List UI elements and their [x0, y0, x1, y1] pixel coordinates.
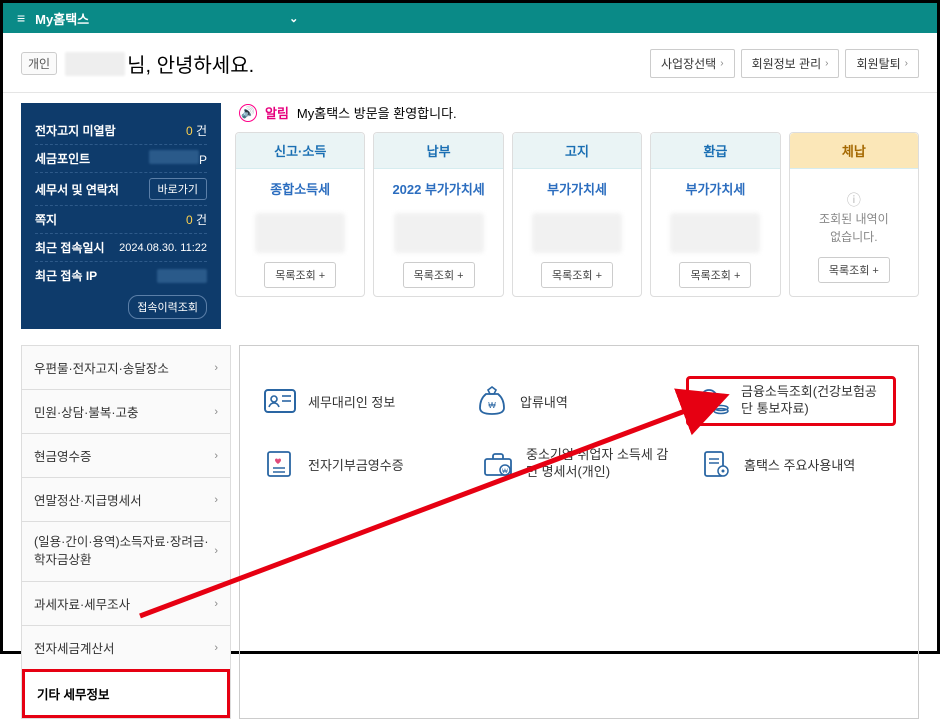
- grid-financial-income[interactable]: ₩ 금융소득조회(건강보험공단 통보자료): [686, 376, 896, 426]
- menu-item-income[interactable]: (일용·간이·용역)소득자료·장려금·학자금상환›: [22, 521, 230, 581]
- sidebar-row-message: 쪽지 0 건: [35, 205, 207, 233]
- chevron-right-icon: ›: [214, 362, 218, 374]
- grid-seizure[interactable]: ₩ 압류내역: [474, 376, 666, 426]
- menu-icon[interactable]: ≡: [17, 10, 25, 26]
- menu-item-mail[interactable]: 우편물·전자고지·송달장소›: [22, 345, 230, 389]
- grid-panel: 세무대리인 정보 ₩ 압류내역 ₩ 금융소득조회(건강보험공단 통보자료) 전자…: [239, 345, 919, 719]
- greeting: 개인 님, 안녕하세요.: [21, 49, 254, 78]
- tabcard-arrears[interactable]: 체납 ⓘ 조회된 내역이없습니다. 목록조회 +: [789, 132, 919, 297]
- receipt-heart-icon: [262, 446, 298, 482]
- sidebar-summary: 전자고지 미열람 0 건 세금포인트 P 세무서 및 연락처 바로가기 쪽지 0…: [21, 103, 221, 329]
- office-go-button[interactable]: 바로가기: [149, 178, 207, 200]
- chevron-down-icon[interactable]: ⌄: [289, 12, 298, 25]
- menu-item-other-tax[interactable]: 기타 세무정보: [22, 669, 230, 718]
- tabcard-report[interactable]: 신고·소득 종합소득세 목록조회 +: [235, 132, 365, 297]
- document-gear-icon: [698, 446, 734, 482]
- svg-text:₩: ₩: [488, 401, 496, 410]
- login-history-button[interactable]: 접속이력조회: [128, 295, 207, 319]
- sidebar-row-office: 세무서 및 연락처 바로가기: [35, 172, 207, 205]
- chevron-right-icon: ›: [720, 58, 723, 69]
- info-icon: ⓘ: [847, 190, 861, 210]
- select-business-button[interactable]: 사업장선택›: [650, 49, 735, 78]
- menu-item-complaint[interactable]: 민원·상담·불복·고충›: [22, 389, 230, 433]
- topbar: ≡ My홈택스 ⌄: [3, 3, 937, 33]
- tabcard-payment[interactable]: 납부 2022 부가가치세 목록조회 +: [373, 132, 503, 297]
- user-name: [65, 52, 125, 76]
- grid-donation-receipt[interactable]: 전자기부금영수증: [262, 446, 460, 482]
- svg-text:₩: ₩: [706, 396, 713, 403]
- sidebar-row-taxpoint: 세금포인트 P: [35, 144, 207, 172]
- alert-line: 🔊 알림 My홈택스 방문을 환영합니다.: [235, 103, 919, 122]
- list-view-button[interactable]: 목록조회 +: [264, 262, 336, 288]
- list-view-button[interactable]: 목록조회 +: [818, 257, 890, 283]
- list-view-button[interactable]: 목록조회 +: [403, 262, 475, 288]
- briefcase-icon: ₩: [480, 446, 516, 482]
- list-view-button[interactable]: 목록조회 +: [679, 262, 751, 288]
- tabcard-notice[interactable]: 고지 부가가치세 목록조회 +: [512, 132, 642, 297]
- id-card-icon: [262, 383, 298, 419]
- member-info-button[interactable]: 회원정보 관리›: [741, 49, 840, 78]
- tab-cards: 신고·소득 종합소득세 목록조회 + 납부 2022 부가가치세 목록조회 + …: [235, 132, 919, 297]
- menu-item-cash-receipt[interactable]: 현금영수증›: [22, 433, 230, 477]
- sidebar-row-ip: 최근 접속 IP: [35, 261, 207, 289]
- grid-sme-exemption[interactable]: ₩ 중소기업 취업자 소득세 감면 명세서(개인): [480, 446, 678, 482]
- tabcard-refund[interactable]: 환급 부가가치세 목록조회 +: [650, 132, 780, 297]
- alert-label: 알림: [265, 103, 289, 122]
- topbar-title: My홈택스: [35, 9, 89, 28]
- sidebar-row-notice: 전자고지 미열람 0 건: [35, 117, 207, 144]
- menu-item-etax-invoice[interactable]: 전자세금계산서›: [22, 625, 230, 669]
- list-view-button[interactable]: 목록조회 +: [541, 262, 613, 288]
- user-type-badge: 개인: [21, 52, 57, 75]
- chevron-right-icon: ›: [825, 58, 828, 69]
- grid-usage-history[interactable]: 홈택스 주요사용내역: [698, 446, 896, 482]
- menu-item-yearend[interactable]: 연말정산·지급명세서›: [22, 477, 230, 521]
- alert-text: My홈택스 방문을 환영합니다.: [297, 103, 457, 122]
- menu-item-tax-audit[interactable]: 과세자료·세무조사›: [22, 581, 230, 625]
- chevron-right-icon: ›: [905, 58, 908, 69]
- menu-list: 우편물·전자고지·송달장소› 민원·상담·불복·고충› 현금영수증› 연말정산·…: [21, 345, 231, 719]
- sidebar-row-last-login: 최근 접속일시 2024.08.30. 11:22: [35, 233, 207, 261]
- money-bag-icon: ₩: [474, 383, 510, 419]
- withdraw-button[interactable]: 회원탈퇴›: [845, 49, 919, 78]
- svg-text:₩: ₩: [502, 469, 508, 475]
- coins-icon: ₩: [695, 383, 731, 419]
- header-buttons: 사업장선택› 회원정보 관리› 회원탈퇴›: [650, 49, 919, 78]
- alert-icon: 🔊: [239, 104, 257, 122]
- grid-tax-agent-info[interactable]: 세무대리인 정보: [262, 376, 454, 426]
- header-row: 개인 님, 안녕하세요. 사업장선택› 회원정보 관리› 회원탈퇴›: [3, 33, 937, 93]
- greeting-text: 님, 안녕하세요.: [127, 49, 254, 78]
